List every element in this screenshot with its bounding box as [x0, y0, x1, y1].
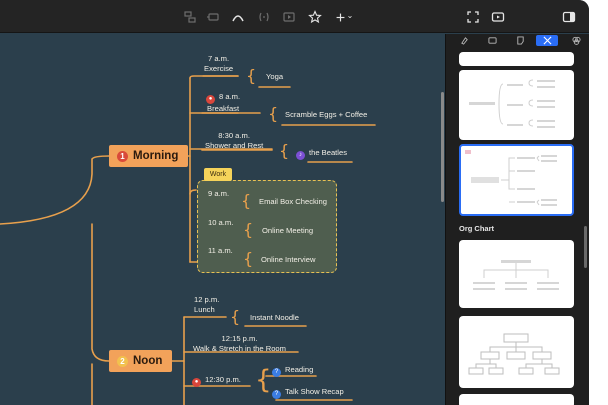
- format-icon[interactable]: [484, 35, 500, 46]
- lunch-text: Lunch: [194, 305, 215, 314]
- brace-icon: {: [230, 307, 241, 326]
- structure-thumb-org-chart-boxes[interactable]: [459, 316, 574, 388]
- time-1230pm-text: 12:30 p.m.: [205, 375, 241, 384]
- time-12pm-text: 12 p.m.: [194, 295, 220, 304]
- alarm-icon: ●: [192, 378, 201, 387]
- sidebar-toggle-icon[interactable]: [561, 9, 577, 25]
- theme-icon[interactable]: [568, 35, 584, 46]
- structure-thumb-partial[interactable]: [459, 52, 574, 66]
- topic-noon[interactable]: 2 Noon: [109, 350, 173, 372]
- info-icon: ?: [272, 390, 281, 399]
- brace-icon: {: [241, 191, 252, 210]
- info-icon: ?: [272, 368, 281, 377]
- time-7am[interactable]: 7 a.m. Exercise: [204, 54, 233, 74]
- topic-morning-label: Morning: [133, 150, 179, 162]
- priority-2-icon: 2: [117, 355, 128, 367]
- time-7am-text: 7 a.m.: [208, 54, 230, 63]
- time-11am[interactable]: 11 a.m.: [208, 246, 233, 256]
- toolbar: ⌄: [0, 0, 589, 33]
- time-1215pm-text: 12:15 p.m.: [221, 334, 258, 343]
- structure-thumb-partial-bottom[interactable]: [459, 394, 574, 405]
- topic-noodle[interactable]: Instant Noodle: [250, 313, 299, 323]
- structure-icon[interactable]: [536, 35, 558, 46]
- topic-reading[interactable]: ? Reading: [272, 365, 313, 377]
- brace-icon: {: [268, 104, 279, 123]
- music-icon: ♪: [296, 151, 305, 160]
- floating-icon[interactable]: [205, 9, 221, 25]
- structure-thumb-logic-selected[interactable]: [459, 144, 574, 216]
- notes-icon[interactable]: [512, 35, 528, 46]
- time-1230pm[interactable]: ● 12:30 p.m.: [192, 375, 241, 387]
- time-8am[interactable]: ● 8 a.m. Breakfast: [206, 92, 240, 114]
- star-icon[interactable]: [307, 9, 323, 25]
- breakfast-text: Breakfast: [207, 104, 240, 113]
- fullscreen-icon[interactable]: [465, 9, 481, 25]
- brace-icon: {: [255, 365, 272, 395]
- topic-online-interview[interactable]: Online Interview: [261, 255, 315, 265]
- time-10am[interactable]: 10 a.m.: [208, 218, 233, 228]
- app-window: ⌄ 1 Morning 7 a.m. Exercise {Yoga ● 8 a…: [0, 0, 589, 405]
- summary-icon[interactable]: [281, 9, 297, 25]
- relationship-icon[interactable]: [230, 9, 246, 25]
- panel-tabs: [446, 34, 589, 48]
- insert-icon[interactable]: ⌄: [333, 9, 355, 25]
- structure-thumb-brace[interactable]: [459, 70, 574, 140]
- alarm-icon: ●: [206, 95, 215, 104]
- topic-noon-label: Noon: [133, 355, 163, 367]
- topic-yoga[interactable]: Yoga: [266, 72, 283, 82]
- style-icon[interactable]: [456, 35, 472, 46]
- topic-beatles[interactable]: ♪ the Beatles: [296, 148, 347, 160]
- boundary-icon[interactable]: [256, 9, 272, 25]
- walk-text: Walk & Stretch in the Room: [193, 344, 286, 353]
- talkshow-text: Talk Show Recap: [285, 387, 344, 396]
- brace-icon: {: [243, 249, 254, 268]
- topic-morning[interactable]: 1 Morning: [109, 145, 189, 167]
- structure-thumb-org-chart[interactable]: [459, 240, 574, 308]
- canvas-scrollbar[interactable]: [441, 92, 444, 202]
- time-830am-text: 8:30 a.m.: [218, 131, 250, 140]
- brace-icon: {: [243, 220, 254, 239]
- time-9am[interactable]: 9 a.m.: [208, 189, 229, 199]
- subtopic-icon[interactable]: [182, 9, 198, 25]
- time-1215pm[interactable]: 12:15 p.m. Walk & Stretch in the Room: [193, 334, 286, 354]
- topic-talkshow[interactable]: ? Talk Show Recap: [272, 387, 344, 399]
- exercise-text: Exercise: [204, 64, 234, 73]
- time-8am-text: 8 a.m.: [219, 92, 241, 101]
- section-title: Org Chart: [459, 224, 495, 233]
- priority-1-icon: 1: [117, 150, 128, 162]
- topic-scramble[interactable]: Scramble Eggs + Coffee: [285, 110, 367, 120]
- format-panel: Org Chart: [445, 34, 589, 405]
- topic-online-meeting[interactable]: Online Meeting: [262, 226, 313, 236]
- insert-caret: ⌄: [346, 10, 354, 20]
- mindmap-canvas[interactable]: 1 Morning 7 a.m. Exercise { Yoga ● 8 a.m. B…: [0, 34, 441, 405]
- brace-icon: {: [279, 141, 290, 160]
- time-830am[interactable]: 8:30 a.m. Shower and Rest: [205, 131, 263, 151]
- beatles-text: the Beatles: [309, 148, 347, 157]
- time-12pm[interactable]: 12 p.m. Lunch: [194, 295, 219, 315]
- work-tag[interactable]: Work: [204, 168, 232, 181]
- brace-icon: {: [246, 66, 257, 85]
- panel-scrollbar[interactable]: [584, 226, 587, 268]
- presentation-icon[interactable]: [490, 9, 506, 25]
- shower-text: Shower and Rest: [205, 141, 264, 150]
- topic-email[interactable]: Email Box Checking: [259, 197, 327, 207]
- reading-text: Reading: [285, 365, 314, 374]
